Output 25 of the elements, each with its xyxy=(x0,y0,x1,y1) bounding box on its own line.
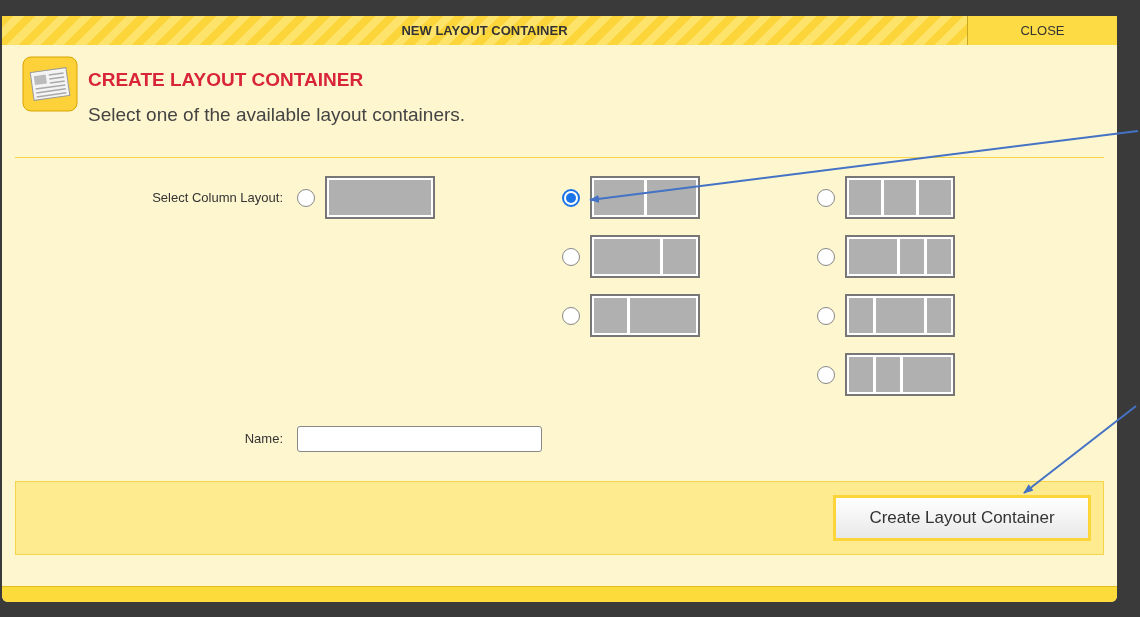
name-input-field[interactable] xyxy=(297,426,542,452)
radio-button[interactable] xyxy=(817,188,835,207)
radio-button[interactable] xyxy=(297,188,315,207)
window-title: NEW LAYOUT CONTAINER xyxy=(401,21,568,40)
radio-button[interactable] xyxy=(562,306,580,325)
radio-button[interactable] xyxy=(562,247,580,266)
create-button[interactable]: Create Layout Container xyxy=(833,495,1091,541)
column-layout-thumbnail[interactable] xyxy=(845,235,955,278)
column-layout-thumbnail[interactable] xyxy=(845,353,955,396)
newspaper-icon xyxy=(22,56,78,112)
field-label: Select Column Layout: xyxy=(152,189,283,207)
column-layout-thumbnail[interactable] xyxy=(845,176,955,219)
radio-button[interactable] xyxy=(817,365,835,384)
column-layout-thumbnail[interactable] xyxy=(325,176,435,219)
column-layout-thumbnail[interactable] xyxy=(590,176,700,219)
close-button[interactable]: CLOSE xyxy=(967,16,1117,45)
dialog-heading: CREATE LAYOUT CONTAINER xyxy=(88,68,365,92)
dialog-description: Select one of the available layout containers. xyxy=(88,102,466,127)
field-label: Name: xyxy=(244,430,283,449)
column-layout-thumbnail[interactable] xyxy=(590,235,700,278)
column-layout-thumbnail[interactable] xyxy=(590,294,700,337)
radio-button[interactable] xyxy=(817,247,835,266)
column-layout-thumbnail[interactable] xyxy=(845,294,955,337)
radio-button[interactable] xyxy=(562,188,580,207)
radio-button[interactable] xyxy=(817,306,835,325)
